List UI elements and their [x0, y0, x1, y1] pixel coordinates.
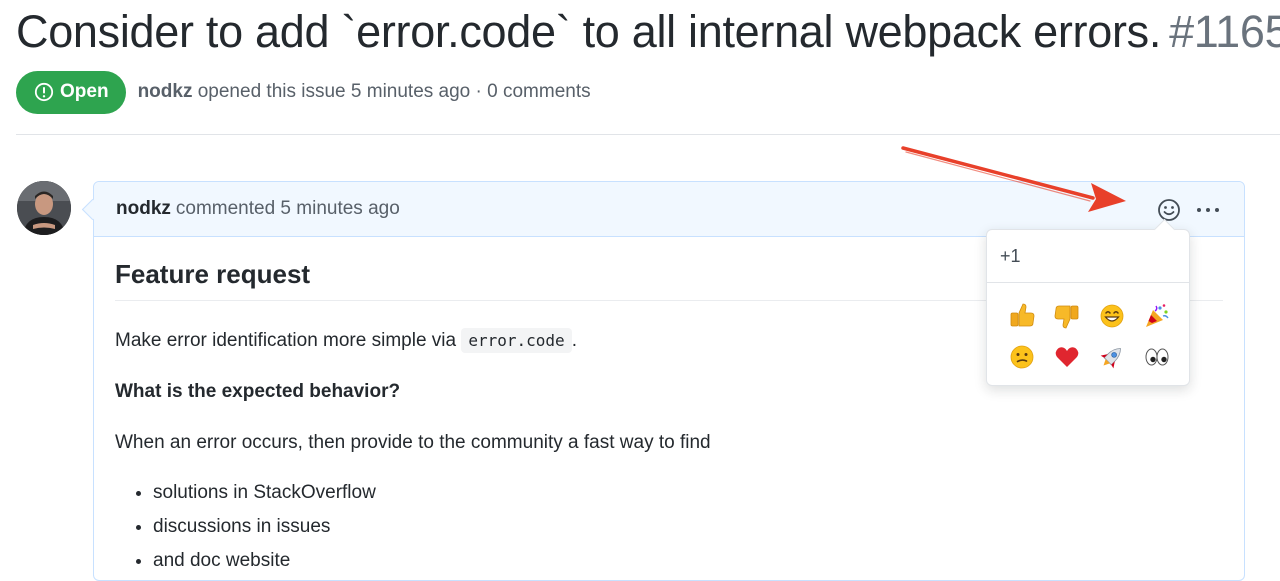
comment-paragraph-3: When an error occurs, then provide to th… — [115, 432, 711, 453]
smiley-icon — [1158, 199, 1180, 221]
kebab-horizontal-icon — [1197, 208, 1219, 212]
reaction-grid — [987, 283, 1189, 377]
inline-code: error.code — [461, 328, 572, 353]
reaction-thumbs-down-button[interactable] — [1044, 295, 1089, 336]
avatar-image — [17, 181, 71, 235]
reaction-laugh-button[interactable] — [1089, 295, 1134, 336]
issue-author-link[interactable]: nodkz — [138, 81, 193, 102]
reaction-confused-button[interactable] — [999, 336, 1044, 377]
comment-options-button[interactable] — [1194, 197, 1222, 223]
comment-list: solutions in StackOverflow discussions i… — [115, 481, 1223, 573]
paragraph-1-end: . — [571, 330, 577, 351]
add-reaction-button[interactable] — [1156, 197, 1182, 223]
confused-icon — [1010, 345, 1033, 368]
comment-timestamp[interactable]: commented 5 minutes ago — [176, 198, 400, 220]
reaction-heart-button[interactable] — [1044, 336, 1089, 377]
list-item: and doc website — [153, 549, 1223, 573]
issue-number: #11654 — [1169, 6, 1280, 57]
heart-icon — [1055, 346, 1078, 367]
issue-meta-detail: opened this issue 5 minutes ago · 0 comm… — [197, 81, 591, 102]
issue-state-badge: Open — [16, 70, 126, 114]
thumbs-up-icon — [1010, 303, 1034, 326]
reaction-popover-header: +1 — [987, 230, 1189, 283]
party-popper-icon — [1145, 303, 1169, 327]
reaction-rocket-button[interactable] — [1089, 336, 1134, 377]
header-divider — [16, 134, 1280, 135]
paragraph-1-text: Make error identification more simple vi… — [115, 330, 457, 351]
reaction-eyes-button[interactable] — [1134, 336, 1179, 377]
issue-title-text: Consider to add `error.code` to all inte… — [16, 6, 1162, 57]
laugh-icon — [1100, 304, 1123, 327]
issue-meta-text: nodkz opened this issue 5 minutes ago · … — [138, 81, 591, 103]
issue-title: Consider to add `error.code` to all inte… — [16, 6, 1280, 58]
eyes-icon — [1145, 348, 1168, 365]
reaction-thumbs-up-button[interactable] — [999, 295, 1044, 336]
comment-author-link[interactable]: nodkz — [116, 198, 171, 220]
avatar[interactable] — [17, 181, 71, 235]
issue-meta: Open nodkz opened this issue 5 minutes a… — [16, 70, 591, 114]
issue-open-icon — [34, 82, 54, 102]
reaction-popover: +1 — [986, 229, 1190, 386]
list-item: solutions in StackOverflow — [153, 481, 1223, 505]
list-item: discussions in issues — [153, 515, 1223, 539]
issue-state-label: Open — [60, 81, 109, 102]
rocket-icon — [1100, 347, 1121, 368]
thumbs-down-icon — [1054, 305, 1078, 328]
reaction-hooray-button[interactable] — [1134, 295, 1179, 336]
